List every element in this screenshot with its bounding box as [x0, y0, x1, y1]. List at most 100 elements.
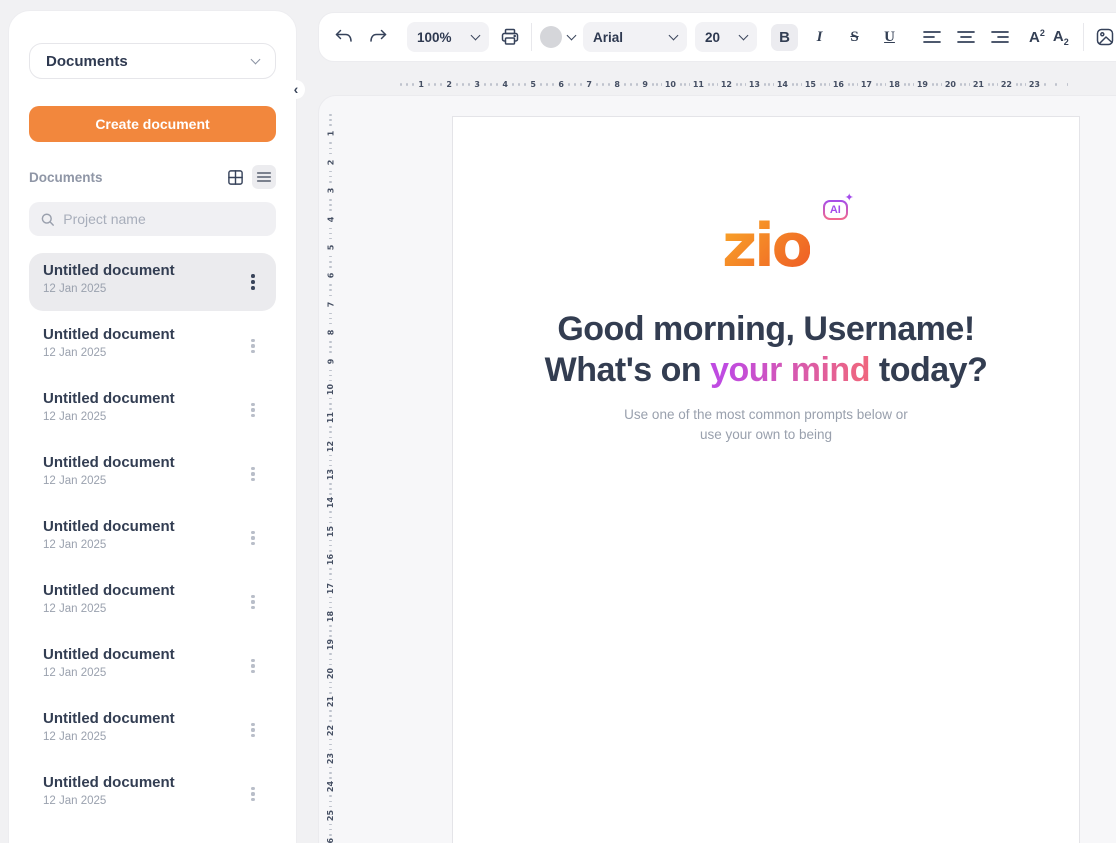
ruler-cell: 17: [846, 77, 874, 91]
bold-button[interactable]: B: [771, 24, 798, 51]
ruler-cell: 15: [323, 509, 338, 537]
greeting-heading: Good morning, Username! What's on your m…: [453, 309, 1079, 391]
ruler-cell: 14: [762, 77, 790, 91]
document-list-item[interactable]: Untitled document 12 Jan 2025: [29, 573, 276, 631]
document-item-info: Untitled document 12 Jan 2025: [43, 262, 175, 311]
ruler-cell: 7: [323, 282, 338, 310]
chevron-down-icon: [669, 30, 679, 40]
ruler-cell: 1: [398, 77, 426, 91]
document-list-item[interactable]: Untitled document 12 Jan 2025: [29, 317, 276, 375]
font-family-dropdown[interactable]: Arial: [583, 22, 687, 52]
subtitle-line1: Use one of the most common prompts below…: [453, 405, 1079, 425]
document-item-info: Untitled document 12 Jan 2025: [43, 774, 175, 823]
list-view-icon: [256, 169, 272, 185]
redo-button[interactable]: [365, 24, 391, 50]
chevron-down-icon: [567, 30, 577, 40]
document-list-item[interactable]: Untitled document 12 Jan 2025: [29, 445, 276, 503]
greeting-line2-after: today?: [870, 351, 987, 389]
ruler-cell: [1042, 77, 1070, 91]
font-size-value: 20: [705, 30, 720, 45]
ruler-cell: 20: [930, 77, 958, 91]
superscript-button[interactable]: A2: [1029, 28, 1045, 46]
document-title: Untitled document: [43, 582, 175, 599]
search-icon: [40, 211, 55, 228]
document-date: 12 Jan 2025: [43, 347, 175, 359]
redo-icon: [368, 29, 388, 45]
sidebar: Documents Create document Documents Unti…: [8, 10, 297, 843]
more-options-button[interactable]: [244, 390, 262, 430]
workspace-dropdown[interactable]: Documents: [29, 43, 276, 79]
document-list-item[interactable]: Untitled document 12 Jan 2025: [29, 637, 276, 695]
undo-button[interactable]: [331, 24, 357, 50]
document-list-item[interactable]: Untitled document 12 Jan 2025: [29, 765, 276, 823]
subscript-label: A: [1053, 28, 1064, 45]
print-button[interactable]: [497, 24, 523, 50]
document-list-item[interactable]: Untitled document 12 Jan 2025: [29, 509, 276, 567]
more-options-button[interactable]: [244, 774, 262, 814]
insert-image-button[interactable]: [1092, 24, 1116, 50]
strikethrough-button[interactable]: S: [841, 24, 868, 51]
more-options-button[interactable]: [244, 582, 262, 622]
ruler-cell: 6: [323, 254, 338, 282]
ruler-cell: 18: [874, 77, 902, 91]
workspace-dropdown-label: Documents: [46, 53, 128, 70]
more-options-button[interactable]: [244, 710, 262, 750]
underline-button[interactable]: U: [876, 24, 903, 51]
document-item-info: Untitled document 12 Jan 2025: [43, 582, 175, 631]
toolbar: 100% Arial 20 B I S U A2: [318, 12, 1116, 62]
italic-button[interactable]: I: [806, 24, 833, 51]
search-field[interactable]: [29, 202, 276, 236]
more-options-button[interactable]: [244, 518, 262, 558]
documents-section-header: Documents: [29, 165, 276, 189]
more-options-button[interactable]: [244, 326, 262, 366]
document-date: 12 Jan 2025: [43, 283, 175, 295]
document-date: 12 Jan 2025: [43, 795, 175, 807]
greeting-highlight: your mind: [710, 351, 870, 389]
chevron-down-icon: [251, 54, 261, 64]
document-list-item[interactable]: Untitled document 12 Jan 2025: [29, 253, 276, 311]
horizontal-ruler: 1234567891011121314151617181920212223: [398, 77, 1070, 91]
search-input[interactable]: [63, 211, 265, 227]
ruler-cell: 12: [323, 424, 338, 452]
align-right-button[interactable]: [987, 24, 1013, 50]
toolbar-divider: [531, 23, 532, 51]
ruler-cell: 24: [323, 765, 338, 793]
document-date: 12 Jan 2025: [43, 475, 175, 487]
sidebar-collapse-button[interactable]: ‹: [287, 80, 305, 99]
ruler-cell: 1: [323, 112, 338, 140]
ruler-cell: 23: [323, 737, 338, 765]
more-options-button[interactable]: [244, 646, 262, 686]
ruler-cell: 2: [426, 77, 454, 91]
document-date: 12 Jan 2025: [43, 603, 175, 615]
list-view-button[interactable]: [252, 165, 276, 189]
ruler-cell: 21: [958, 77, 986, 91]
ruler-cell: 18: [323, 595, 338, 623]
align-center-button[interactable]: [953, 24, 979, 50]
zoom-level-dropdown[interactable]: 100%: [407, 22, 489, 52]
ruler-cell: 3: [323, 169, 338, 197]
superscript-mark: 2: [1040, 28, 1045, 38]
more-options-button[interactable]: [244, 454, 262, 494]
documents-section-label: Documents: [29, 170, 103, 185]
editor-canvas: 1234567891011121314151617181920212223242…: [318, 95, 1116, 843]
image-icon: [1095, 27, 1115, 47]
ruler-cell: 11: [323, 396, 338, 424]
text-color-dropdown[interactable]: [540, 26, 575, 48]
grid-view-button[interactable]: [223, 165, 247, 189]
document-item-info: Untitled document 12 Jan 2025: [43, 454, 175, 503]
ruler-cell: 8: [323, 311, 338, 339]
greeting-line2: What's on your mind today?: [453, 350, 1079, 391]
document-page[interactable]: zio AI ✦ Good morning, Username! What's …: [452, 116, 1080, 843]
ruler-cell: 8: [594, 77, 622, 91]
document-list-item[interactable]: Untitled document 12 Jan 2025: [29, 701, 276, 759]
align-left-button[interactable]: [919, 24, 945, 50]
subscript-button[interactable]: A2: [1053, 28, 1069, 47]
more-options-button[interactable]: [244, 262, 262, 302]
create-document-button[interactable]: Create document: [29, 106, 276, 142]
document-list: Untitled document 12 Jan 2025 Untitled d…: [29, 253, 276, 823]
ruler-cell: 4: [323, 197, 338, 225]
document-list-item[interactable]: Untitled document 12 Jan 2025: [29, 381, 276, 439]
font-size-dropdown[interactable]: 20: [695, 22, 757, 52]
align-right-icon: [991, 30, 1009, 44]
ruler-cell: 20: [323, 651, 338, 679]
